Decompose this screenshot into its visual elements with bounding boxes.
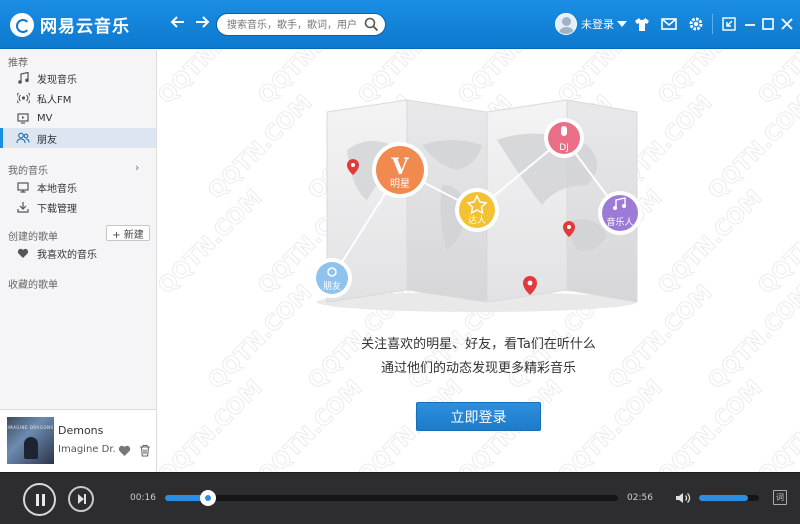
total-time: 02:56 <box>627 493 653 503</box>
sidebar-item-label: 朋友 <box>37 134 57 146</box>
node-label-friend: 朋友 <box>323 280 341 292</box>
back-arrow-icon[interactable] <box>168 14 188 34</box>
search-input[interactable] <box>227 17 365 33</box>
watermark-text: QQTN.COM <box>157 375 267 472</box>
maximize-icon[interactable] <box>760 16 776 32</box>
sidebar-item-liked-music[interactable]: 我喜欢的音乐 <box>0 243 156 263</box>
sidebar-section-recommend: 推荐 <box>8 58 28 69</box>
sidebar-item-mv[interactable]: MV <box>0 108 156 128</box>
sidebar-item-discover-music[interactable]: 发现音乐 <box>0 68 156 88</box>
toolbar-divider <box>712 14 713 34</box>
node-label-musician: 音乐人 <box>606 216 633 228</box>
netease-logo-icon <box>10 12 34 37</box>
tv-icon <box>16 111 30 125</box>
friends-page: QQTN.COM QQTN.COM QQTN.COM QQTN.COM QQTN.COM… <box>157 50 800 472</box>
current-time: 00:16 <box>130 493 156 503</box>
sidebar-item-label: 发现音乐 <box>37 74 77 86</box>
heart-icon <box>16 246 30 260</box>
sidebar-section-my-music: 我的音乐 <box>8 166 48 177</box>
player-bar: 00:16 02:56 词 <box>0 472 800 524</box>
svg-text:V: V <box>390 154 409 180</box>
title-bar: 网易云音乐 未登录 <box>0 0 800 49</box>
progress-thumb[interactable] <box>200 490 217 506</box>
album-band-text: IMAGINE DRAGONS <box>7 425 54 430</box>
skin-shirt-icon[interactable] <box>634 16 650 32</box>
watermark-text: QQTN.COM <box>254 375 368 472</box>
friends-intro-line-2: 通过他们的动态发现更多精彩音乐 <box>380 361 576 376</box>
minimize-icon[interactable] <box>742 16 758 32</box>
volume-icon[interactable] <box>675 491 691 505</box>
watermark-text: QQTN.COM <box>654 185 768 299</box>
user-name: 未登录 <box>581 18 614 31</box>
now-playing-panel: IMAGINE DRAGONS Demons Imagine Dr... <box>0 409 157 472</box>
monitor-icon <box>16 180 30 194</box>
gear-icon[interactable] <box>688 16 704 32</box>
progress-bar[interactable] <box>165 490 618 506</box>
avatar <box>555 13 577 35</box>
user-menu[interactable]: 未登录 <box>555 13 627 35</box>
friends-icon <box>16 131 30 145</box>
node-label-dj: DJ <box>559 143 569 153</box>
volume-fill <box>699 495 749 501</box>
sidebar-item-label: MV <box>37 112 53 124</box>
song-artist[interactable]: Imagine Dr... <box>58 444 116 455</box>
node-label-talent: 达人 <box>468 214 486 226</box>
sidebar-item-downloads[interactable]: 下载管理 <box>0 197 156 217</box>
node-label-star: 明星 <box>390 178 410 190</box>
pause-button[interactable] <box>23 483 56 516</box>
sidebar-section-created-playlists: 创建的歌单 <box>8 232 58 243</box>
sidebar-item-friends[interactable]: 朋友 <box>0 128 156 148</box>
sidebar-item-label: 下载管理 <box>37 203 77 215</box>
watermark-text: QQTN.COM <box>204 90 318 204</box>
watermark-text: QQTN.COM <box>157 50 267 109</box>
music-note-icon <box>16 71 30 85</box>
chevron-down-icon <box>617 21 627 27</box>
forward-arrow-icon[interactable] <box>192 14 212 34</box>
download-icon <box>16 200 30 214</box>
chevron-right-icon[interactable]: › <box>135 161 139 174</box>
radio-icon <box>16 91 30 105</box>
sidebar-item-label: 私人FM <box>37 94 72 106</box>
watermark-text: QQTN.COM <box>654 50 768 109</box>
login-button[interactable]: 立即登录 <box>416 402 541 431</box>
app-logo[interactable]: 网易云音乐 <box>10 12 130 37</box>
sidebar-item-local-music[interactable]: 本地音乐 <box>0 177 156 197</box>
next-icon <box>78 494 86 504</box>
volume-slider[interactable] <box>699 495 759 501</box>
sidebar-section-collected-playlists: 收藏的歌单 <box>8 280 58 291</box>
sidebar-item-label: 本地音乐 <box>37 183 77 195</box>
song-title: Demons <box>58 424 104 437</box>
close-icon[interactable] <box>779 16 795 32</box>
watermark-text: QQTN.COM <box>554 375 668 472</box>
trash-icon[interactable] <box>139 444 151 457</box>
lyrics-button[interactable]: 词 <box>773 490 787 505</box>
watermark-text: QQTN.COM <box>157 185 267 299</box>
mail-icon[interactable] <box>661 16 677 32</box>
search-icon[interactable] <box>364 17 379 32</box>
album-cover[interactable]: IMAGINE DRAGONS <box>7 417 54 464</box>
search-box <box>216 13 386 36</box>
app-title: 网易云音乐 <box>40 17 130 37</box>
new-playlist-button[interactable]: + 新建 <box>106 225 150 241</box>
next-track-button[interactable] <box>68 486 94 512</box>
album-figure <box>24 437 38 459</box>
mini-mode-icon[interactable] <box>721 16 737 32</box>
watermark-text: QQTN.COM <box>704 90 800 204</box>
watermark-text: QQTN.COM <box>654 375 768 472</box>
friends-map-illustration: V 明星 朋友 达人 DJ 音乐人 <box>312 99 642 312</box>
friends-intro-line-1: 关注喜欢的明星、好友，看Ta们在听什么 <box>361 337 596 352</box>
sidebar-item-label: 我喜欢的音乐 <box>37 249 97 261</box>
sidebar-item-private-fm[interactable]: 私人FM <box>0 88 156 108</box>
like-heart-icon[interactable] <box>118 444 131 457</box>
